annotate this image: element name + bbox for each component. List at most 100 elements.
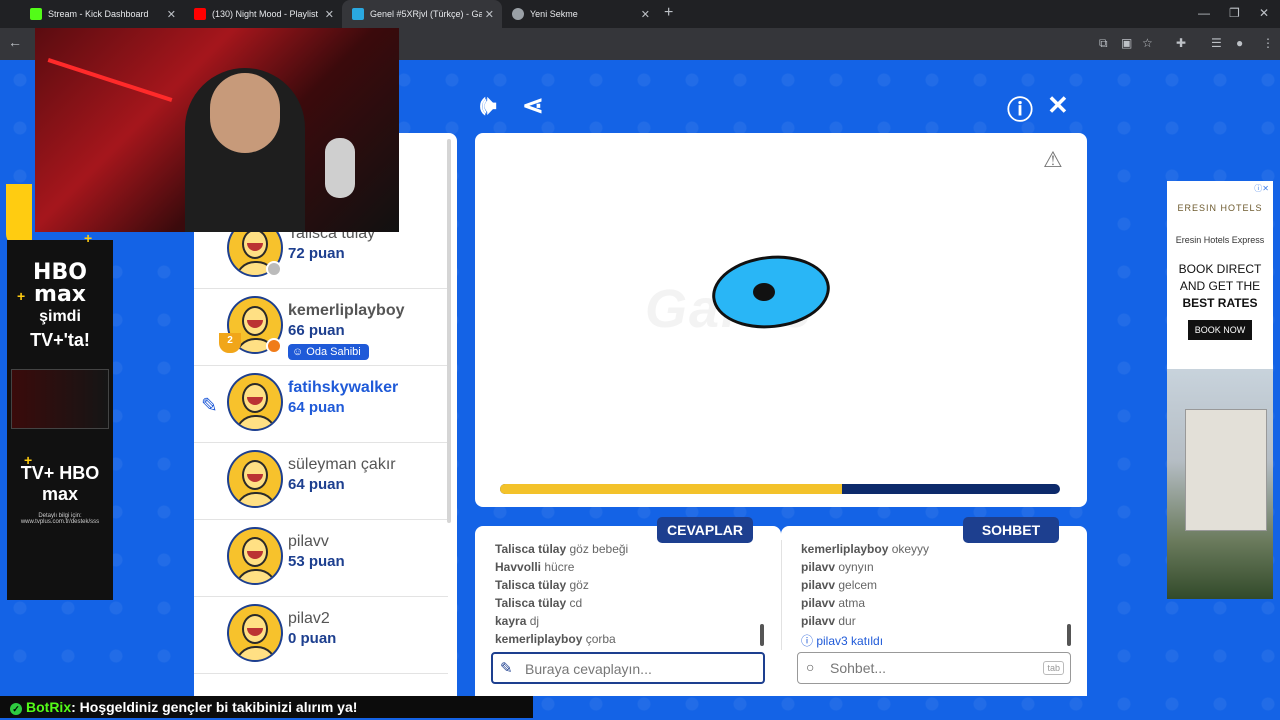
restore-icon[interactable]: ❐ <box>1229 6 1240 20</box>
message-text: gelcem <box>835 578 878 592</box>
room-owner-badge: ☺ Oda Sahibi <box>288 344 369 360</box>
report-warning-icon[interactable]: ⚠ <box>1043 147 1063 173</box>
chat-title: SOHBET <box>963 517 1059 543</box>
plus-decoration-icon: + <box>84 230 93 246</box>
chat-message: Talisca tülay cd <box>495 596 582 610</box>
message-user: Havvolli <box>495 560 542 574</box>
chat-message: kayra dj <box>495 614 539 628</box>
pencil-icon: ✎ <box>500 660 513 677</box>
trophy-icon: 2 <box>219 333 241 353</box>
chat-message: : Hoşgeldiniz gençler bi takibinizi alır… <box>71 699 358 715</box>
chat-message: kemerliplayboy okeyyy <box>801 542 929 556</box>
avatar <box>227 373 283 431</box>
message-user: pilavv <box>801 596 836 610</box>
message-user: Talisca tülay <box>495 542 567 556</box>
info-icon[interactable]: ⓘ <box>1007 90 1033 127</box>
tab-key-hint: tab <box>1043 661 1064 675</box>
player-row[interactable]: ✎ fatihskywalker 64 puan <box>194 365 448 443</box>
profile-icon[interactable]: ● <box>1236 36 1243 50</box>
close-icon[interactable]: ✕ <box>325 8 334 21</box>
sound-icon[interactable]: 🕪 <box>480 90 496 122</box>
tab-gartic[interactable]: Genel #5XRjvl (Türkçe) - Gartic ✕ <box>342 0 502 28</box>
player-name: kemerliplayboy <box>288 302 405 319</box>
verified-icon: ✓ <box>10 703 22 715</box>
chat-message: Talisca tülay göz <box>495 578 589 592</box>
tab-night-mood[interactable]: (130) Night Mood - Playlist ✕ <box>184 0 342 28</box>
scrollbar[interactable] <box>447 139 451 523</box>
chat-message: pilavv oynyın <box>801 560 874 574</box>
eresin-hotels-ad[interactable]: ⓘ✕ ERESIN HOTELS Eresin Hotels Express B… <box>1167 181 1273 599</box>
share-icon[interactable]: ⋖ <box>522 90 544 121</box>
answer-input[interactable] <box>523 660 727 678</box>
ad-info-icon[interactable]: ⓘ✕ <box>1254 183 1269 194</box>
window-close-icon[interactable]: ✕ <box>1259 6 1269 20</box>
tab-kick-dashboard[interactable]: Stream - Kick Dashboard ✕ <box>20 0 184 28</box>
message-user: pilavv <box>801 578 836 592</box>
message-user: kemerliplayboy <box>801 542 889 556</box>
reading-list-icon[interactable]: ☰ <box>1211 36 1222 50</box>
player-row[interactable]: 2 kemerliplayboy 66 puan ☺ Oda Sahibi <box>194 288 448 366</box>
ad-line-hbo: HBO <box>33 260 87 285</box>
chat-message: pilavv atma <box>801 596 865 610</box>
chat-bubble-icon: ○ <box>806 659 815 675</box>
headline-line: BOOK DIRECT <box>1178 262 1262 276</box>
hotel-photo <box>1167 369 1273 599</box>
back-icon[interactable]: ← <box>8 34 22 50</box>
badge-label: Oda Sahibi <box>306 346 361 358</box>
chat-scrollbar[interactable] <box>1067 624 1071 646</box>
avatar <box>227 450 283 508</box>
message-text: çorba <box>582 632 616 646</box>
chat-username: BotRix <box>26 699 72 715</box>
message-text: oynyın <box>835 560 874 574</box>
ad-line-simdi: şimdi <box>39 308 81 325</box>
chat-input[interactable] <box>828 659 1032 677</box>
chat-message: kemerliplayboy çorba <box>495 632 616 646</box>
tab-title: Stream - Kick Dashboard <box>48 9 149 19</box>
answers-scrollbar[interactable] <box>760 624 764 646</box>
tab-title: (130) Night Mood - Playlist <box>212 9 319 19</box>
drawing-canvas[interactable]: ⚠ Gartic <box>475 133 1087 507</box>
player-row[interactable]: süleyman çakır 64 puan <box>194 442 448 520</box>
message-user: kayra <box>495 614 527 628</box>
close-icon[interactable]: ✕ <box>1047 90 1069 121</box>
message-user: Talisca tülay <box>495 596 567 610</box>
avatar <box>227 527 283 585</box>
bookmark-star-icon[interactable]: ☆ <box>1142 36 1153 50</box>
minimize-icon[interactable]: — <box>1198 6 1210 20</box>
message-text: dj <box>526 614 540 628</box>
translate-icon[interactable]: ⧉ <box>1099 36 1108 51</box>
chrome-icon <box>512 8 524 20</box>
player-score: 72 puan <box>288 245 345 262</box>
tab-new[interactable]: Yeni Sekme ✕ <box>502 0 658 28</box>
message-user: pilavv <box>801 560 836 574</box>
player-row[interactable]: pilav2 0 puan <box>194 596 448 674</box>
extensions-icon[interactable]: ✚ <box>1176 36 1186 50</box>
message-user: pilavv <box>801 614 836 628</box>
player-score: 53 puan <box>288 553 345 570</box>
new-tab-icon[interactable]: + <box>664 4 673 22</box>
message-text: hücre <box>541 560 575 574</box>
message-text: dur <box>835 614 856 628</box>
close-icon[interactable]: ✕ <box>485 8 494 21</box>
menu-icon[interactable]: ⋮ <box>1262 36 1274 50</box>
close-icon[interactable]: ✕ <box>641 8 650 21</box>
ad-headline: BOOK DIRECT AND GET THE BEST RATES <box>1167 261 1273 312</box>
player-name: pilavv <box>288 533 329 550</box>
player-score: 0 puan <box>288 630 337 647</box>
gartic-icon <box>352 8 364 20</box>
player-score: 66 puan <box>288 322 345 339</box>
close-icon[interactable]: ✕ <box>167 8 176 21</box>
join-notice: ⓘ pilav3 katıldı <box>801 634 884 648</box>
answer-input-box[interactable]: ✎ <box>491 652 765 684</box>
logo-fragment <box>6 184 32 246</box>
cast-icon[interactable]: ▣ <box>1121 36 1132 50</box>
answers-title: CEVAPLAR <box>657 517 753 543</box>
player-row[interactable]: pilavv 53 puan <box>194 519 448 597</box>
drawing-stroke <box>753 283 775 301</box>
book-now-button[interactable]: BOOK NOW <box>1188 320 1252 340</box>
webcam-overlay <box>35 28 399 232</box>
status-dot <box>266 338 282 354</box>
chat-input-box[interactable]: ○ tab <box>797 652 1071 684</box>
hotel-logo: ERESIN HOTELS <box>1177 203 1263 213</box>
player-score: 64 puan <box>288 476 345 493</box>
